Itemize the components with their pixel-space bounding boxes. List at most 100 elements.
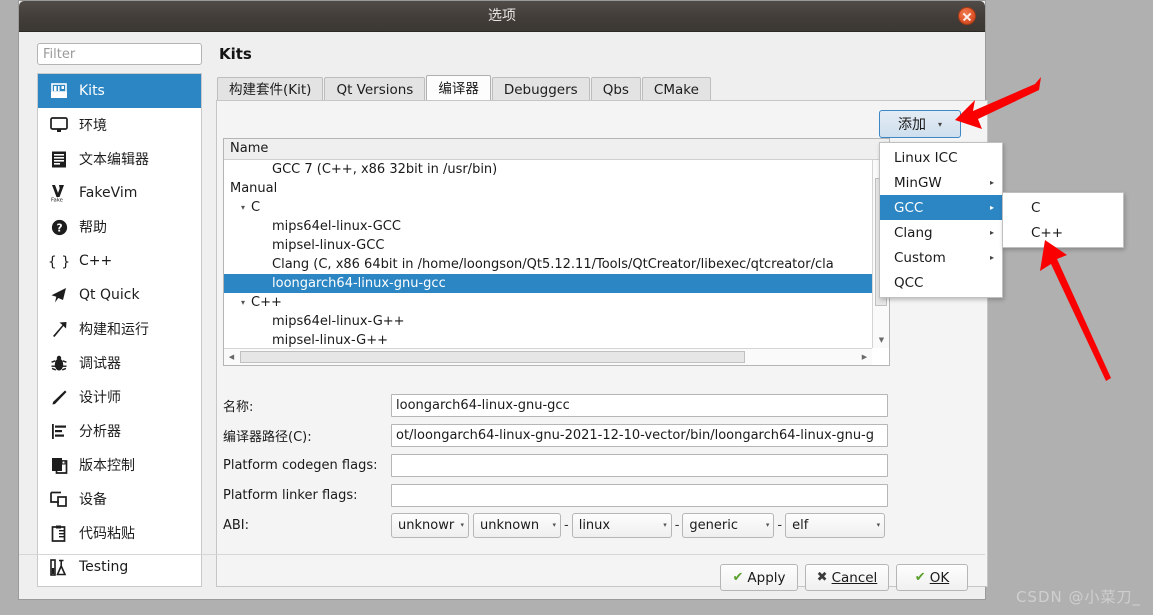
chevron-down-icon: ▾ xyxy=(663,521,667,529)
scroll-right-icon[interactable]: ▶ xyxy=(857,349,872,365)
compiler-path-field[interactable] xyxy=(391,423,888,447)
tree-row-label: mips64el-linux-GCC xyxy=(272,219,401,234)
abi-select-value: linux xyxy=(578,517,611,533)
tab-2[interactable]: 编译器 xyxy=(426,75,491,101)
chevron-down-icon[interactable]: ▾ xyxy=(236,198,250,217)
abi-label: ABI: xyxy=(223,517,250,533)
tree-hscroll-thumb[interactable] xyxy=(240,351,745,363)
add-button-label: 添加 xyxy=(897,117,926,133)
chevron-down-icon: ▾ xyxy=(876,521,881,529)
sidebar-item-8[interactable]: 调试器 xyxy=(38,346,201,380)
sidebar-item-label: 调试器 xyxy=(79,356,121,372)
tree-row[interactable]: GCC 7 (C++, x86 32bit in /usr/bin) xyxy=(224,160,872,179)
chevron-right-icon: ▸ xyxy=(989,178,994,187)
apply-button[interactable]: ✔ Apply xyxy=(720,564,798,591)
tree-row[interactable]: mipsel-linux-GCC xyxy=(224,236,872,255)
menu-item-label: Clang xyxy=(894,224,933,241)
form-row-linker: Platform linker flags: xyxy=(223,480,888,510)
tab-0[interactable]: 构建套件(Kit) xyxy=(217,77,324,101)
tree-row[interactable]: mips64el-linux-G++ xyxy=(224,312,872,331)
abi-select-1[interactable]: unknown ▾ xyxy=(473,512,561,538)
linker-flags-field[interactable] xyxy=(391,483,888,507)
tree-row[interactable]: ▾ C++ xyxy=(224,293,872,312)
sidebar-item-label: 环境 xyxy=(79,118,107,134)
sidebar-item-label: 构建和运行 xyxy=(79,322,149,338)
tree-row[interactable]: ▾Manual xyxy=(224,179,872,198)
chevron-down-icon[interactable]: ▾ xyxy=(236,293,250,312)
submenu-item-0[interactable]: C xyxy=(1003,195,1123,220)
sidebar-item-9[interactable]: 设计师 xyxy=(38,380,201,414)
scroll-down-icon[interactable]: ▼ xyxy=(874,332,889,348)
add-dropdown-menu: Linux ICC MinGW ▸ GCC ▸ Clang ▸ Custom ▸ QCC xyxy=(879,142,1003,298)
menu-item-2[interactable]: GCC ▸ xyxy=(880,195,1002,220)
form-row-name: 名称: xyxy=(223,390,888,420)
sidebar-item-12[interactable]: 设备 xyxy=(38,482,201,516)
chevron-down-icon: ▾ xyxy=(765,521,770,529)
tree-row-label: Manual xyxy=(230,181,278,196)
sidebar-item-1[interactable]: 环境 xyxy=(38,108,201,142)
sidebar-item-10[interactable]: 分析器 xyxy=(38,414,201,448)
cancel-button-label: Cancel xyxy=(831,569,878,586)
dialog-content: Kits 环境文本编辑器 Fake FakeVim? 帮助 { } C++ Qt Quick 构… xyxy=(19,32,988,599)
abi-select-2[interactable]: linux ▾ xyxy=(571,512,672,538)
sidebar-item-7[interactable]: 构建和运行 xyxy=(38,312,201,346)
menu-item-label: Linux ICC xyxy=(894,149,958,166)
braces-icon: { } xyxy=(48,251,70,271)
form-row-codegen: Platform codegen flags: xyxy=(223,450,888,480)
tab-bar: 构建套件(Kit) Qt Versions 编译器 Debuggers Qbs CMake xyxy=(217,75,712,101)
menu-item-4[interactable]: Custom ▸ xyxy=(880,245,1002,270)
tree-row[interactable]: loongarch64-linux-gnu-gcc xyxy=(224,274,872,293)
close-icon[interactable] xyxy=(958,7,976,25)
dialog-footer: ✔ Apply ✖ Cancel ✔ OK xyxy=(19,554,985,599)
tree-row[interactable]: mipsel-linux-G++ xyxy=(224,331,872,348)
tree-row[interactable]: ▾ C xyxy=(224,198,872,217)
svg-text:{ }: { } xyxy=(49,254,69,270)
sidebar-item-2[interactable]: 文本编辑器 xyxy=(38,142,201,176)
tab-1[interactable]: Qt Versions xyxy=(324,77,426,101)
page-title: Kits xyxy=(219,45,252,63)
menu-item-3[interactable]: Clang ▸ xyxy=(880,220,1002,245)
tree-row-label: mipsel-linux-GCC xyxy=(272,238,385,253)
abi-select-4[interactable]: elf ▾ xyxy=(785,512,886,538)
abi-selectors: unknowr ▾ unknown ▾ - linux ▾ - generic ▾ - elf ▾ xyxy=(391,512,888,538)
menu-item-1[interactable]: MinGW ▸ xyxy=(880,170,1002,195)
compiler-detail-form: 名称: 编译器路径(C): Platform codegen flags: Pl… xyxy=(223,390,888,540)
tree-row[interactable]: Clang (C, x86 64bit in /home/loongson/Qt… xyxy=(224,255,872,274)
search-input[interactable] xyxy=(37,43,202,65)
sidebar-item-4[interactable]: ? 帮助 xyxy=(38,210,201,244)
chevron-right-icon: ▸ xyxy=(989,228,994,237)
pencil-icon xyxy=(48,387,70,407)
menu-item-0[interactable]: Linux ICC xyxy=(880,145,1002,170)
scroll-left-icon[interactable]: ◀ xyxy=(224,349,239,365)
sidebar-item-6[interactable]: Qt Quick xyxy=(38,278,201,312)
submenu-item-1[interactable]: C++ xyxy=(1003,220,1123,245)
tab-5[interactable]: CMake xyxy=(641,77,711,101)
abi-separator: - xyxy=(777,517,783,533)
linker-flags-label: Platform linker flags: xyxy=(223,487,358,503)
abi-select-0[interactable]: unknowr ▾ xyxy=(391,512,469,538)
svg-text:?: ? xyxy=(56,222,62,234)
codegen-flags-label: Platform codegen flags: xyxy=(223,457,378,473)
tree-row[interactable]: mips64el-linux-GCC xyxy=(224,217,872,236)
sidebar-item-3[interactable]: Fake FakeVim xyxy=(38,176,201,210)
menu-item-label: MinGW xyxy=(894,174,942,191)
watermark: CSDN @小菜刀_ xyxy=(1015,588,1141,606)
sidebar-item-11[interactable]: 版本控制 xyxy=(38,448,201,482)
codegen-flags-field[interactable] xyxy=(391,453,888,477)
abi-select-3[interactable]: generic ▾ xyxy=(682,512,775,538)
tab-4[interactable]: Qbs xyxy=(590,77,641,101)
form-row-path: 编译器路径(C): xyxy=(223,420,888,450)
sidebar-item-0[interactable]: Kits xyxy=(38,74,201,108)
menu-item-5[interactable]: QCC xyxy=(880,270,1002,295)
tree-horizontal-scrollbar[interactable]: ◀ ▶ xyxy=(224,348,872,365)
ok-button[interactable]: ✔ OK xyxy=(896,564,968,591)
chevron-down-icon[interactable]: ▾ xyxy=(224,179,229,198)
tree-row-label: mips64el-linux-G++ xyxy=(272,314,405,329)
sidebar-item-13[interactable]: 代码粘贴 xyxy=(38,516,201,550)
sidebar-item-5[interactable]: { } C++ xyxy=(38,244,201,278)
compilers-tree[interactable]: Name GCC 7 (C++, x86 32bit in /usr/bin) ▾… xyxy=(223,138,890,366)
tab-3[interactable]: Debuggers xyxy=(491,77,590,101)
add-button[interactable]: 添加 ▾ xyxy=(879,110,961,138)
cancel-button[interactable]: ✖ Cancel xyxy=(805,564,889,591)
name-field[interactable] xyxy=(391,393,888,417)
